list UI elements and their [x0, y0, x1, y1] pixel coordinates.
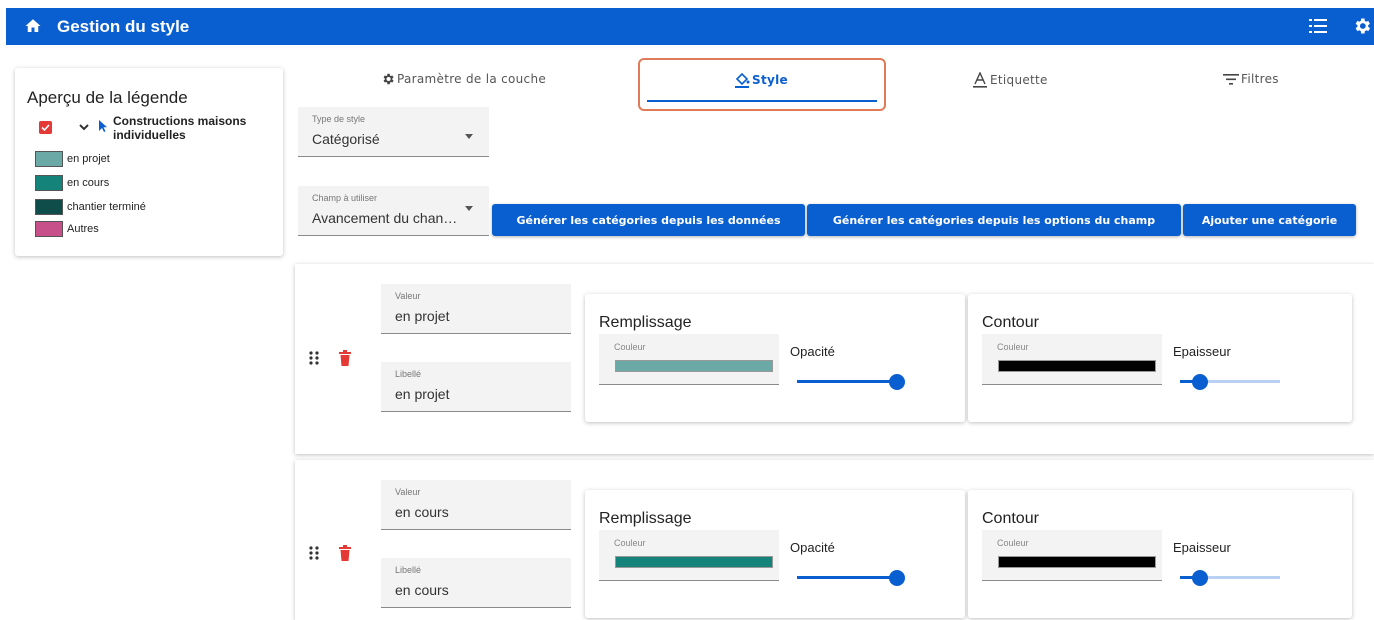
legend-item: chantier terminé: [35, 198, 146, 216]
thickness-slider[interactable]: [1180, 374, 1284, 390]
delete-trash-icon[interactable]: [339, 350, 351, 366]
tab-filters[interactable]: Filtres: [1223, 72, 1279, 86]
stroke-card: Contour Couleur Epaisseur: [968, 490, 1352, 618]
category-value-field[interactable]: Valeur en projet: [381, 284, 571, 334]
highlight-annotation: [638, 58, 886, 111]
field-value: Catégorisé: [312, 131, 380, 147]
app-bar: Gestion du style: [6, 8, 1374, 45]
generate-from-data-button[interactable]: Générer les catégories depuis les donnée…: [492, 204, 805, 236]
legend-item-label: en cours: [67, 177, 110, 189]
generate-from-options-button[interactable]: Générer les catégories depuis les option…: [807, 204, 1181, 236]
legend-item-label: Autres: [67, 223, 99, 235]
field-label: Libellé: [395, 369, 422, 379]
field-label: Couleur: [614, 342, 646, 352]
drag-handle-icon[interactable]: [309, 546, 319, 560]
legend-swatch: [35, 175, 63, 191]
field-label: Valeur: [395, 291, 421, 301]
dropdown-arrow-icon: [465, 206, 473, 211]
field-label: Libellé: [395, 565, 422, 575]
legend-item: en projet: [35, 150, 110, 168]
tab-label: Etiquette: [990, 73, 1048, 87]
field-label: Couleur: [997, 342, 1029, 352]
layer-visibility-checkbox[interactable]: [39, 121, 52, 134]
settings-gear-icon[interactable]: [1352, 16, 1372, 36]
field-value: Avancement du chan…: [312, 210, 458, 226]
fill-title: Remplissage: [599, 314, 692, 331]
category-label-field[interactable]: Libellé en projet: [381, 362, 571, 412]
stroke-color-swatch: [998, 360, 1156, 372]
field-to-use-select[interactable]: Champ à utiliser Avancement du chan…: [298, 186, 489, 236]
cursor-pointer-icon: [99, 120, 107, 132]
page-title: Gestion du style: [57, 17, 190, 36]
field-label: Couleur: [614, 538, 646, 548]
home-icon[interactable]: [24, 17, 42, 35]
opacity-label: Opacité: [790, 344, 835, 359]
legend-layer-name: Constructions maisons individuelles: [113, 114, 247, 142]
gear-icon: [383, 73, 394, 85]
slider-thumb[interactable]: [889, 570, 905, 586]
fill-card: Remplissage Couleur Opacité: [585, 490, 965, 618]
field-value: en cours: [395, 582, 449, 598]
category-row: Valeur en projet Libellé en projet Rempl…: [295, 264, 1374, 454]
list-icon[interactable]: [1309, 18, 1327, 34]
fill-card: Remplissage Couleur Opacité: [585, 294, 965, 422]
legend-swatch: [35, 221, 63, 237]
stroke-color-picker[interactable]: Couleur: [982, 334, 1162, 385]
thickness-label: Epaisseur: [1173, 344, 1231, 359]
slider-thumb[interactable]: [1192, 570, 1208, 586]
style-type-select[interactable]: Type de style Catégorisé: [298, 107, 489, 157]
slider-fill: [797, 576, 897, 579]
drag-handle-icon[interactable]: [309, 351, 319, 365]
opacity-slider[interactable]: [797, 570, 905, 586]
fill-color-picker[interactable]: Couleur: [599, 334, 779, 385]
opacity-label: Opacité: [790, 540, 835, 555]
category-label-field[interactable]: Libellé en cours: [381, 558, 571, 608]
delete-trash-icon[interactable]: [339, 545, 351, 561]
field-label: Type de style: [312, 114, 366, 124]
legend-swatch: [35, 151, 63, 167]
legend-preview-panel: Aperçu de la légende Constructions maiso…: [15, 68, 283, 256]
slider-fill: [797, 380, 897, 383]
thickness-label: Epaisseur: [1173, 540, 1231, 555]
legend-swatch: [35, 199, 63, 215]
stroke-card: Contour Couleur Epaisseur: [968, 294, 1352, 422]
field-label: Couleur: [997, 538, 1029, 548]
field-value: en cours: [395, 504, 449, 520]
tab-label-settings[interactable]: Etiquette: [972, 72, 1048, 88]
tab-label: Paramètre de la couche: [397, 72, 547, 86]
opacity-slider[interactable]: [797, 374, 905, 390]
dropdown-arrow-icon: [465, 134, 473, 139]
legend-item-label: en projet: [67, 153, 110, 165]
chevron-down-icon[interactable]: [78, 121, 90, 133]
legend-item: Autres: [35, 220, 99, 238]
legend-item-label: chantier terminé: [67, 201, 146, 213]
thickness-slider[interactable]: [1180, 570, 1284, 586]
add-category-button[interactable]: Ajouter une catégorie: [1183, 204, 1356, 236]
stroke-color-picker[interactable]: Couleur: [982, 530, 1162, 581]
fill-color-swatch: [615, 360, 773, 372]
category-row: Valeur en cours Libellé en cours Remplis…: [295, 460, 1374, 620]
stroke-title: Contour: [982, 510, 1039, 527]
field-value: en projet: [395, 308, 450, 324]
field-label: Valeur: [395, 487, 421, 497]
check-icon: [41, 124, 50, 132]
slider-thumb[interactable]: [889, 374, 905, 390]
text-label-icon: [973, 72, 987, 88]
stroke-color-swatch: [998, 556, 1156, 568]
legend-title: Aperçu de la légende: [27, 88, 188, 107]
stroke-title: Contour: [982, 314, 1039, 331]
fill-color-swatch: [615, 556, 773, 568]
fill-color-picker[interactable]: Couleur: [599, 530, 779, 581]
filter-icon: [1223, 74, 1239, 85]
slider-thumb[interactable]: [1192, 374, 1208, 390]
field-label: Champ à utiliser: [312, 193, 378, 203]
tab-layer-settings[interactable]: Paramètre de la couche: [381, 72, 546, 86]
category-value-field[interactable]: Valeur en cours: [381, 480, 571, 530]
field-value: en projet: [395, 386, 450, 402]
legend-item: en cours: [35, 174, 109, 192]
tab-label: Filtres: [1241, 72, 1279, 86]
fill-title: Remplissage: [599, 510, 692, 527]
